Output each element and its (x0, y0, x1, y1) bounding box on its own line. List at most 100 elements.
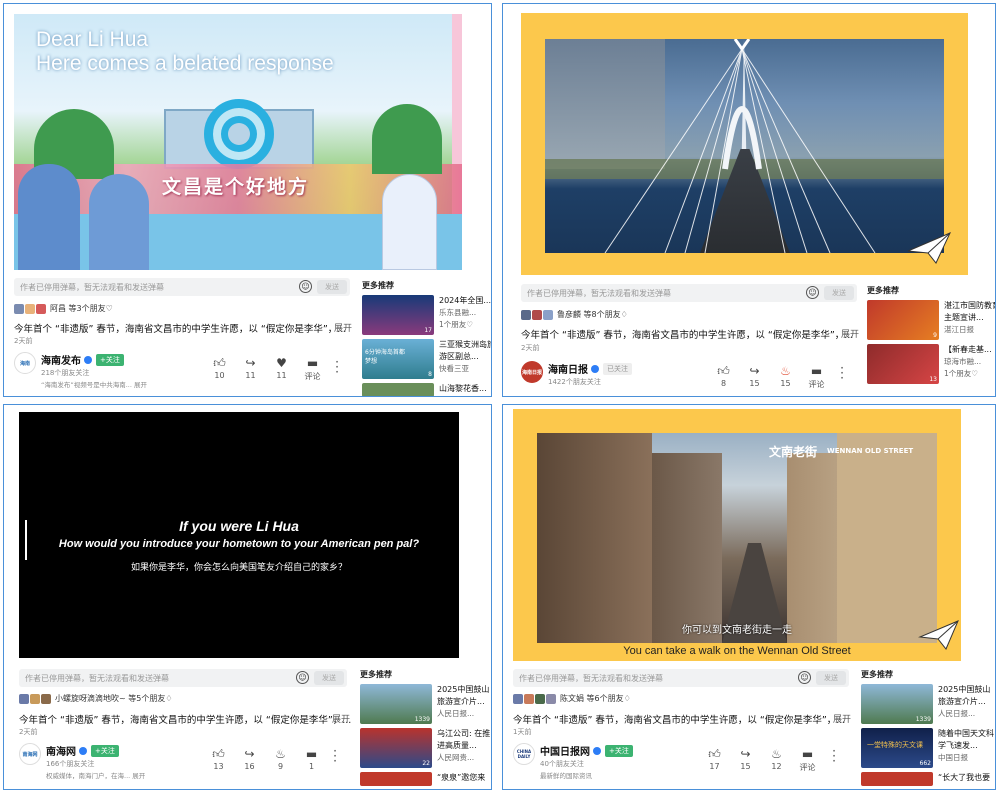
account-avatar[interactable]: CHINA DAILY (513, 743, 535, 765)
video-player[interactable]: Dear Li Hua Here comes a belated respons… (14, 14, 462, 270)
video-player[interactable]: 文南老街 WENNAN OLD STREET 你可以到文南老街走一走 You c… (513, 409, 961, 661)
rec-thumbnail[interactable]: 17 (362, 295, 434, 335)
send-button[interactable]: 发送 (816, 671, 846, 685)
account-name[interactable]: 中国日报网 (540, 743, 590, 758)
rec-source[interactable]: 琼海市融... (944, 356, 995, 368)
emoji-icon[interactable]: ☺ (798, 671, 811, 684)
rec-thumbnail[interactable]: 13 (867, 344, 939, 384)
favorite-button[interactable]: ♥ 11 (266, 356, 297, 382)
account-avatar[interactable]: 海南日报 (521, 361, 543, 383)
rec-item[interactable]: 1339 2025中国鼓山旅游宣介片... 人民日报... (360, 684, 491, 724)
emoji-icon[interactable]: ☺ (299, 280, 312, 293)
account-name[interactable]: 海南发布 (41, 352, 81, 367)
friends-liked[interactable]: 阿昌 等3个朋友♡ (14, 303, 113, 314)
danmaku-input[interactable]: 作者已停用弹幕，暂无法观看和发送弹幕 ☺ 发送 (513, 669, 849, 687)
rec-title[interactable]: 2025中国鼓山旅游宣介片... (437, 684, 491, 708)
rec-thumbnail[interactable] (861, 772, 933, 786)
rec-thumbnail[interactable]: 9 (867, 300, 939, 340)
more-options-icon[interactable]: · · · (839, 362, 845, 384)
account-name[interactable]: 海南日报 (548, 361, 588, 376)
video-player[interactable] (521, 13, 968, 275)
send-button[interactable]: 发送 (317, 280, 347, 294)
rec-thumbnail[interactable]: 22 (360, 728, 432, 768)
more-options-icon[interactable]: · · · (334, 356, 340, 378)
like-button[interactable]: 👍︎ 13 (203, 747, 234, 771)
rec-item[interactable]: “泉泉”邀您来 (360, 772, 491, 786)
rec-source[interactable]: 人民日报... (938, 708, 995, 720)
danmaku-input[interactable]: 作者已停用弹幕，暂无法观看和发送弹幕 ☺ 发送 (19, 669, 347, 687)
share-button[interactable]: ↪ 11 (235, 356, 266, 382)
comment-button[interactable]: ▬ 评论 (297, 356, 328, 382)
rec-item[interactable]: 一堂特殊的天文课 662 随着中国天文科学飞速发... 中国日报 (861, 728, 995, 768)
account-info[interactable]: CHINA DAILY 中国日报网 +关注 40个朋友关注 最新鲜的国际资讯 (513, 743, 633, 780)
rec-thumbnail[interactable] (360, 772, 432, 786)
rec-source[interactable]: 人民网贵... (437, 752, 491, 764)
send-button[interactable]: 发送 (824, 286, 854, 300)
rec-thumbnail[interactable]: 一堂特殊的天文课 662 (861, 728, 933, 768)
rec-item[interactable]: 山海黎花香... (362, 383, 491, 396)
rec-item[interactable]: 6分钟海岛首都梦想 8 三亚猴支洲岛旅游区副总... 快看三亚 (362, 339, 491, 379)
follow-button[interactable]: 已关注 (603, 362, 632, 375)
rec-thumbnail[interactable]: 6分钟海岛首都梦想 8 (362, 339, 434, 379)
rec-title[interactable]: 2024年全国... (439, 295, 491, 307)
rec-item[interactable]: 22 乌江公司: 在推进高质量... 人民网贵... (360, 728, 491, 768)
like-button[interactable]: 👍︎ 17 (699, 747, 730, 773)
rec-thumbnail[interactable] (362, 383, 434, 396)
emoji-icon[interactable]: ☺ (806, 286, 819, 299)
share-button[interactable]: ↪ 16 (234, 747, 265, 771)
rec-source[interactable]: 中国日报 (938, 752, 995, 764)
account-info[interactable]: 南海网 南海网 +关注 166个朋友关注 权威媒体，南海门户，在海... 展开 (19, 743, 145, 780)
send-button[interactable]: 发送 (314, 671, 344, 685)
follow-button[interactable]: +关注 (96, 353, 124, 366)
follow-button[interactable]: +关注 (91, 744, 119, 757)
recommend-button[interactable]: ♨ 12 (761, 747, 792, 773)
more-options-icon[interactable]: · · · (332, 745, 338, 767)
account-name[interactable]: 南海网 (46, 743, 76, 758)
rec-title[interactable]: 【新春走基... (944, 344, 995, 356)
danmaku-input[interactable]: 作者已停用弹幕，暂无法观看和发送弹幕 ☺ 发送 (14, 278, 350, 296)
danmaku-input[interactable]: 作者已停用弹幕，暂无法观看和发送弹幕 ☺ 发送 (521, 284, 857, 302)
rec-item[interactable]: 17 2024年全国... 乐东县融... 1个朋友♡ (362, 295, 491, 335)
expand-link[interactable]: 展开 (332, 712, 350, 725)
account-avatar[interactable]: 南海网 (19, 743, 41, 765)
share-button[interactable]: ↪ 15 (739, 364, 770, 390)
comment-button[interactable]: ▬ 评论 (792, 747, 823, 773)
account-info[interactable]: 海南日报 海南日报 已关注 1422个朋友关注 (521, 361, 632, 387)
rec-title[interactable]: “泉泉”邀您来 (437, 772, 491, 784)
more-options-icon[interactable]: · · · (831, 745, 837, 767)
account-info[interactable]: 海南 海南发布 +关注 218个朋友关注 “海南发布”视频号是中共海南... 展开 (14, 352, 147, 389)
like-button[interactable]: 👍︎ 8 (708, 364, 739, 390)
expand-link[interactable]: 展开 (334, 321, 352, 334)
friends-liked[interactable]: 小螺旋呀滴滴地吹~ 等5个朋友♢ (19, 693, 173, 704)
rec-title[interactable]: “长大了我也要 (938, 772, 995, 784)
account-bio[interactable]: “海南发布”视频号是中共海南... 展开 (41, 379, 147, 389)
rec-item[interactable]: 1339 2025中国鼓山旅游宣介片... 人民日报... (861, 684, 995, 724)
emoji-icon[interactable]: ☺ (296, 671, 309, 684)
rec-source[interactable]: 湛江日报 (944, 324, 995, 336)
rec-title[interactable]: 湛江市国防教育主题宣讲... (944, 300, 995, 324)
rec-title[interactable]: 乌江公司: 在推进高质量... (437, 728, 491, 752)
rec-title[interactable]: 随着中国天文科学飞速发... (938, 728, 995, 752)
expand-link[interactable]: 展开 (841, 327, 859, 340)
comment-button[interactable]: ▬ 1 (296, 747, 327, 771)
recommend-button[interactable]: ♨ 9 (265, 747, 296, 771)
friends-liked[interactable]: 陈文娟 等6个朋友♢ (513, 693, 631, 704)
account-bio[interactable]: 权威媒体，南海门户，在海... 展开 (46, 770, 145, 780)
video-player[interactable]: If you were Li Hua How would you introdu… (19, 412, 459, 658)
rec-source[interactable]: 乐东县融... (439, 307, 491, 319)
account-avatar[interactable]: 海南 (14, 352, 36, 374)
rec-item[interactable]: “长大了我也要 (861, 772, 995, 786)
rec-thumbnail[interactable]: 1339 (360, 684, 432, 724)
rec-source[interactable]: 快看三亚 (439, 363, 491, 375)
expand-link[interactable]: 展开 (833, 712, 851, 725)
rec-title[interactable]: 2025中国鼓山旅游宣介片... (938, 684, 995, 708)
rec-item[interactable]: 9 湛江市国防教育主题宣讲... 湛江日报 (867, 300, 995, 340)
rec-thumbnail[interactable]: 1339 (861, 684, 933, 724)
friends-liked[interactable]: 鲁彦麟 等8个朋友♢ (521, 309, 628, 320)
follow-button[interactable]: +关注 (605, 744, 633, 757)
comment-button[interactable]: ▬ 评论 (801, 364, 832, 390)
like-button[interactable]: 👍︎ 10 (204, 356, 235, 382)
share-button[interactable]: ↪ 15 (730, 747, 761, 773)
recommend-button[interactable]: ♨ 15 (770, 364, 801, 390)
rec-item[interactable]: 13 【新春走基... 琼海市融... 1个朋友♡ (867, 344, 995, 384)
